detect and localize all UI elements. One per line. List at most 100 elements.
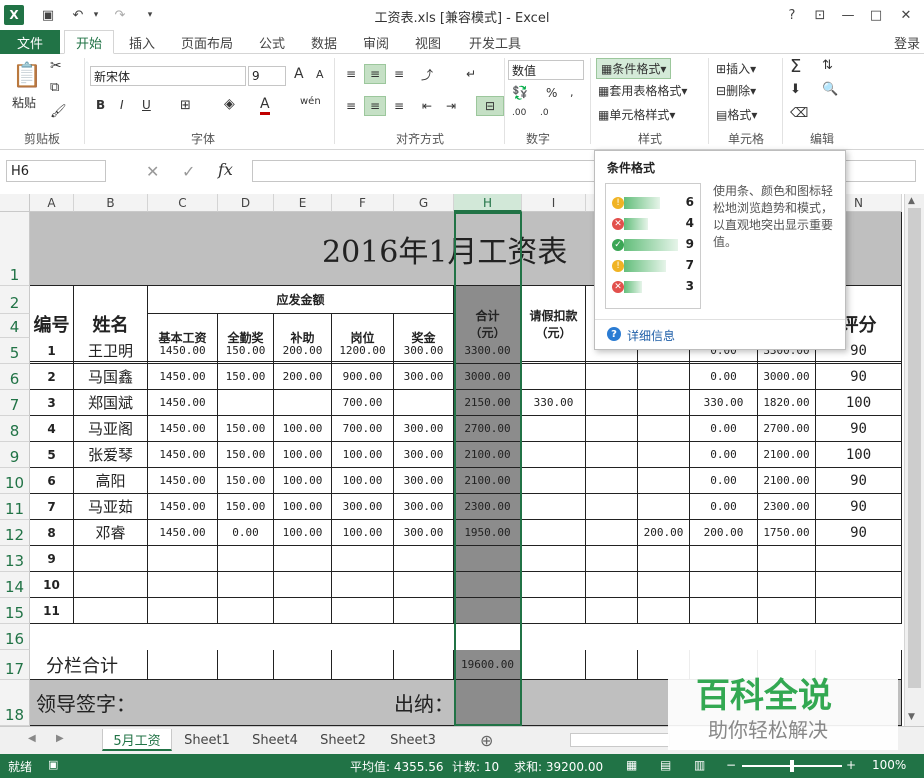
cut-icon[interactable]: ✂	[50, 58, 62, 74]
data-cell[interactable]: 4	[30, 416, 74, 442]
data-cell[interactable]: 700.00	[332, 416, 394, 442]
data-cell[interactable]: 1450.00	[148, 442, 218, 468]
data-cell[interactable]: 200.00	[274, 338, 332, 364]
data-cell[interactable]	[690, 598, 758, 624]
data-cell[interactable]: 1750.00	[758, 520, 816, 546]
autosum-icon[interactable]: Σ	[790, 56, 801, 77]
prev-sheet-icon[interactable]: ◀	[28, 733, 36, 744]
row-header[interactable]: 13	[0, 546, 30, 572]
employee-name-cell[interactable]	[74, 572, 148, 598]
page-layout-icon[interactable]: ▤	[660, 758, 671, 772]
column-header[interactable]: H	[454, 194, 522, 212]
name-box[interactable]: H6	[6, 160, 106, 182]
number-format-select[interactable]: 数值	[508, 60, 584, 80]
data-cell[interactable]: 100.00	[274, 442, 332, 468]
column-header[interactable]: B	[74, 194, 148, 212]
data-cell[interactable]	[394, 598, 454, 624]
data-cell[interactable]: 2150.00	[454, 390, 522, 416]
cell-styles-button[interactable]: ▦ 单元格样式 ▾	[598, 106, 675, 123]
employee-name-cell[interactable]: 高阳	[74, 468, 148, 494]
row-header[interactable]: 5	[0, 338, 30, 364]
employee-name-cell[interactable]	[74, 598, 148, 624]
data-cell[interactable]	[522, 468, 586, 494]
indent-decrease-icon[interactable]: ⇤	[416, 96, 438, 116]
row-header[interactable]: 16	[0, 624, 30, 650]
data-cell[interactable]	[816, 546, 902, 572]
data-cell[interactable]: 1200.00	[332, 338, 394, 364]
align-middle-icon[interactable]: ≡	[364, 64, 386, 84]
row-header[interactable]: 11	[0, 494, 30, 520]
data-cell[interactable]: 2100.00	[454, 442, 522, 468]
data-cell[interactable]: 0.00	[690, 468, 758, 494]
data-cell[interactable]: 3000.00	[454, 364, 522, 390]
align-bottom-icon[interactable]: ≡	[388, 64, 410, 84]
data-cell[interactable]	[218, 572, 274, 598]
data-cell[interactable]: 2300.00	[758, 494, 816, 520]
select-all-corner[interactable]	[0, 194, 30, 212]
help-button[interactable]: ?	[782, 5, 802, 25]
data-cell[interactable]: 330.00	[690, 390, 758, 416]
data-cell[interactable]: 330.00	[522, 390, 586, 416]
data-cell[interactable]	[394, 390, 454, 416]
delete-cells-button[interactable]: ⊟ 删除 ▾	[716, 82, 756, 99]
data-cell[interactable]	[148, 572, 218, 598]
data-cell[interactable]	[586, 520, 638, 546]
data-cell[interactable]: 0.00	[690, 494, 758, 520]
data-cell[interactable]: 3	[30, 390, 74, 416]
data-cell[interactable]: 100.00	[274, 494, 332, 520]
data-cell[interactable]: 1450.00	[148, 416, 218, 442]
vertical-scrollbar[interactable]: ▲ ▼	[904, 194, 924, 726]
data-cell[interactable]: 1450.00	[148, 338, 218, 364]
paste-button[interactable]: 粘贴	[12, 94, 36, 111]
data-cell[interactable]: 100	[816, 390, 902, 416]
data-cell[interactable]: 300.00	[394, 442, 454, 468]
data-cell[interactable]	[522, 598, 586, 624]
data-cell[interactable]: 150.00	[218, 494, 274, 520]
data-cell[interactable]	[638, 442, 690, 468]
data-cell[interactable]	[218, 598, 274, 624]
data-cell[interactable]: 200.00	[638, 520, 690, 546]
maximize-icon[interactable]: □	[866, 5, 886, 25]
row-header[interactable]: 4	[0, 314, 30, 338]
column-header[interactable]: F	[332, 194, 394, 212]
data-cell[interactable]: 90	[816, 494, 902, 520]
more-info-link[interactable]: 详细信息	[627, 327, 675, 344]
data-cell[interactable]: 1950.00	[454, 520, 522, 546]
tab-review[interactable]: 审阅	[354, 30, 398, 54]
add-sheet-icon[interactable]: ⊕	[480, 731, 493, 750]
data-cell[interactable]	[274, 598, 332, 624]
sheet-tab-sheet4[interactable]: Sheet4	[244, 729, 306, 751]
data-cell[interactable]: 2700.00	[454, 416, 522, 442]
data-cell[interactable]: 100.00	[274, 416, 332, 442]
data-cell[interactable]: 150.00	[218, 468, 274, 494]
row-header[interactable]: 6	[0, 364, 30, 390]
font-color-icon[interactable]: A	[260, 96, 270, 115]
data-cell[interactable]	[586, 390, 638, 416]
data-cell[interactable]	[522, 546, 586, 572]
data-cell[interactable]: 2	[30, 364, 74, 390]
data-cell[interactable]	[148, 546, 218, 572]
fill-icon[interactable]: ⬇	[790, 82, 801, 97]
borders-icon[interactable]: ⊞	[180, 98, 191, 113]
data-cell[interactable]	[586, 572, 638, 598]
data-cell[interactable]	[522, 494, 586, 520]
data-cell[interactable]: 90	[816, 364, 902, 390]
data-cell[interactable]: 200.00	[690, 520, 758, 546]
zoom-in-icon[interactable]: +	[846, 758, 856, 772]
employee-name-cell[interactable]: 马亚茹	[74, 494, 148, 520]
data-cell[interactable]	[816, 572, 902, 598]
orientation-icon[interactable]: ⤴	[416, 64, 438, 84]
data-cell[interactable]: 900.00	[332, 364, 394, 390]
data-cell[interactable]	[690, 546, 758, 572]
format-as-table-button[interactable]: ▦ 套用表格格式 ▾	[598, 82, 687, 99]
data-cell[interactable]: 300.00	[394, 520, 454, 546]
row-header[interactable]: 17	[0, 650, 30, 680]
data-cell[interactable]	[816, 598, 902, 624]
minimize-icon[interactable]: —	[838, 5, 858, 25]
login-link[interactable]: 登录	[890, 30, 924, 54]
data-cell[interactable]	[332, 598, 394, 624]
data-cell[interactable]	[638, 598, 690, 624]
data-cell[interactable]	[454, 572, 522, 598]
data-cell[interactable]	[586, 442, 638, 468]
insert-cells-button[interactable]: ⊞ 插入 ▾	[716, 60, 756, 77]
